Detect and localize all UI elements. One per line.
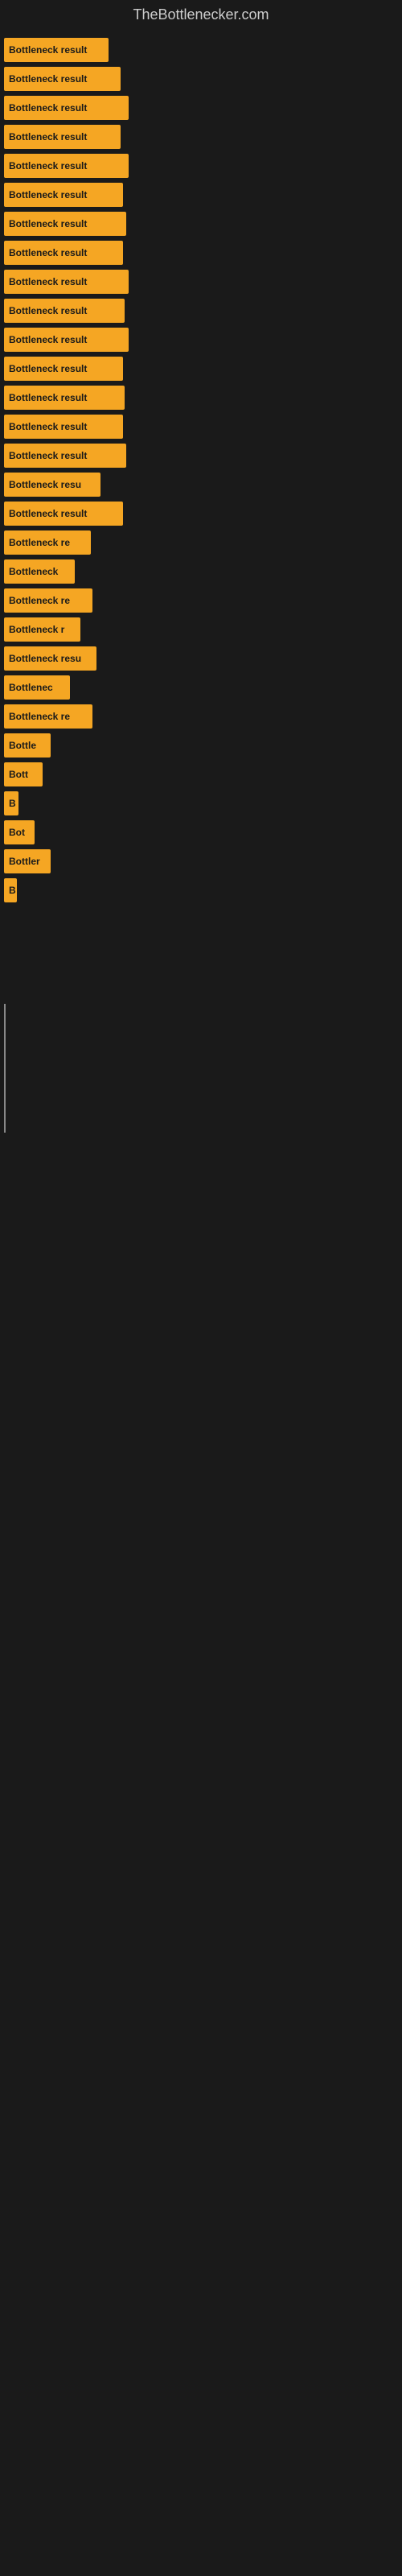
bar-row: Bottleneck result [0, 299, 402, 323]
bottleneck-bar-19[interactable]: Bottleneck [4, 559, 75, 584]
bar-label-18: Bottleneck re [9, 537, 70, 548]
bottleneck-bar-15[interactable]: Bottleneck result [4, 444, 126, 468]
bar-row: Bottlenec [0, 675, 402, 700]
bottleneck-bar-30[interactable]: B [4, 878, 17, 902]
bar-row: Bottleneck result [0, 415, 402, 439]
bar-row: Bottleneck resu [0, 473, 402, 497]
bar-label-7: Bottleneck result [9, 218, 87, 229]
bottleneck-bar-25[interactable]: Bottle [4, 733, 51, 758]
bar-row: B [0, 791, 402, 815]
bar-row: Bottleneck result [0, 386, 402, 410]
bar-row: Bottleneck re [0, 530, 402, 555]
bar-row: Bottleneck resu [0, 646, 402, 671]
bar-row: Bottleneck result [0, 212, 402, 236]
bar-row: Bottleneck re [0, 588, 402, 613]
bar-label-9: Bottleneck result [9, 276, 87, 287]
bar-row: Bot [0, 820, 402, 844]
bar-label-5: Bottleneck result [9, 160, 87, 171]
bar-row: Bottle [0, 733, 402, 758]
site-title: TheBottlenecker.com [0, 0, 402, 30]
bottleneck-bar-20[interactable]: Bottleneck re [4, 588, 92, 613]
bar-row: B [0, 878, 402, 902]
bar-label-8: Bottleneck result [9, 247, 87, 258]
bottleneck-bar-11[interactable]: Bottleneck result [4, 328, 129, 352]
bottleneck-bar-22[interactable]: Bottleneck resu [4, 646, 96, 671]
bottleneck-bar-4[interactable]: Bottleneck result [4, 125, 121, 149]
bottleneck-bar-2[interactable]: Bottleneck result [4, 67, 121, 91]
bottleneck-bar-5[interactable]: Bottleneck result [4, 154, 129, 178]
bar-row: Bottleneck result [0, 328, 402, 352]
bar-label-27: B [9, 798, 16, 809]
bottleneck-bar-29[interactable]: Bottler [4, 849, 51, 873]
bottleneck-bar-23[interactable]: Bottlenec [4, 675, 70, 700]
bottleneck-bar-9[interactable]: Bottleneck result [4, 270, 129, 294]
bar-label-2: Bottleneck result [9, 73, 87, 85]
bar-label-23: Bottlenec [9, 682, 53, 693]
bar-row: Bottleneck result [0, 444, 402, 468]
bottleneck-bar-27[interactable]: B [4, 791, 18, 815]
bar-label-30: B [9, 885, 16, 896]
bar-row: Bottleneck result [0, 125, 402, 149]
bar-label-26: Bott [9, 769, 28, 780]
spacer-large [0, 915, 402, 980]
bar-row: Bottler [0, 849, 402, 873]
bar-row: Bottleneck result [0, 270, 402, 294]
bar-label-21: Bottleneck r [9, 624, 64, 635]
bar-label-24: Bottleneck re [9, 711, 70, 722]
bottleneck-bar-1[interactable]: Bottleneck result [4, 38, 109, 62]
bottleneck-bar-7[interactable]: Bottleneck result [4, 212, 126, 236]
bar-label-14: Bottleneck result [9, 421, 87, 432]
bar-row: Bottleneck result [0, 67, 402, 91]
bottleneck-bar-21[interactable]: Bottleneck r [4, 617, 80, 642]
bottleneck-bar-6[interactable]: Bottleneck result [4, 183, 123, 207]
bar-label-6: Bottleneck result [9, 189, 87, 200]
bar-row: Bottleneck result [0, 183, 402, 207]
bottleneck-bar-8[interactable]: Bottleneck result [4, 241, 123, 265]
bar-row: Bottleneck result [0, 502, 402, 526]
bar-row: Bottleneck [0, 559, 402, 584]
bottleneck-bar-18[interactable]: Bottleneck re [4, 530, 91, 555]
bar-label-15: Bottleneck result [9, 450, 87, 461]
bar-label-10: Bottleneck result [9, 305, 87, 316]
bar-label-3: Bottleneck result [9, 102, 87, 114]
bottleneck-bar-17[interactable]: Bottleneck result [4, 502, 123, 526]
bar-label-16: Bottleneck resu [9, 479, 81, 490]
bar-label-1: Bottleneck result [9, 44, 87, 56]
bar-label-29: Bottler [9, 856, 40, 867]
bar-row: Bottleneck re [0, 704, 402, 729]
bar-label-19: Bottleneck [9, 566, 58, 577]
bottleneck-bar-16[interactable]: Bottleneck resu [4, 473, 100, 497]
bottom-area [0, 980, 402, 1141]
bar-row: Bottleneck result [0, 154, 402, 178]
bottleneck-bar-12[interactable]: Bottleneck result [4, 357, 123, 381]
bottleneck-bar-24[interactable]: Bottleneck re [4, 704, 92, 729]
bar-label-13: Bottleneck result [9, 392, 87, 403]
bottleneck-bar-28[interactable]: Bot [4, 820, 35, 844]
bar-row: Bott [0, 762, 402, 786]
bar-label-25: Bottle [9, 740, 36, 751]
bar-label-20: Bottleneck re [9, 595, 70, 606]
bars-container: Bottleneck result Bottleneck result Bottle… [0, 30, 402, 915]
bar-label-4: Bottleneck result [9, 131, 87, 142]
bottleneck-bar-13[interactable]: Bottleneck result [4, 386, 125, 410]
bar-row: Bottleneck result [0, 38, 402, 62]
bar-row: Bottleneck result [0, 241, 402, 265]
bottleneck-bar-14[interactable]: Bottleneck result [4, 415, 123, 439]
bar-row: Bottleneck result [0, 357, 402, 381]
bottleneck-bar-10[interactable]: Bottleneck result [4, 299, 125, 323]
bar-row: Bottleneck r [0, 617, 402, 642]
bottleneck-bar-26[interactable]: Bott [4, 762, 43, 786]
bottom-vertical-line [4, 1004, 6, 1133]
bar-row: Bottleneck result [0, 96, 402, 120]
bar-label-22: Bottleneck resu [9, 653, 81, 664]
bar-label-11: Bottleneck result [9, 334, 87, 345]
bar-label-28: Bot [9, 827, 25, 838]
bottleneck-bar-3[interactable]: Bottleneck result [4, 96, 129, 120]
bar-label-12: Bottleneck result [9, 363, 87, 374]
bar-label-17: Bottleneck result [9, 508, 87, 519]
